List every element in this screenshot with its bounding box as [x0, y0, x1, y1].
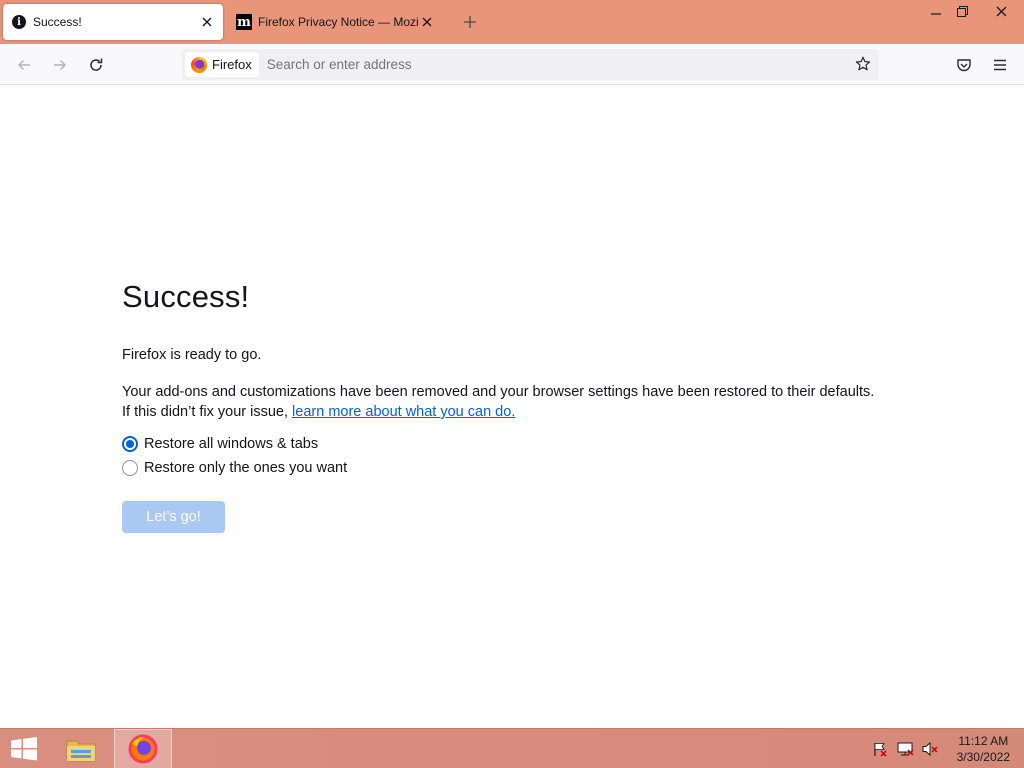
clock-date: 3/30/2022	[956, 750, 1010, 764]
windows-taskbar: 11:12 AM 3/30/2022	[0, 728, 1024, 768]
close-tab-icon[interactable]	[199, 14, 215, 30]
firefox-taskbar-icon[interactable]	[114, 729, 172, 768]
mozilla-m-icon: m	[236, 14, 252, 30]
restore-window-icon[interactable]	[946, 0, 978, 22]
radio-label: Restore only the ones you want	[144, 460, 348, 476]
info-icon: i	[11, 14, 27, 30]
bookmark-star-icon[interactable]	[853, 54, 873, 74]
page-content: Success! Firefox is ready to go. Your ad…	[0, 85, 1024, 728]
tab-title: Firefox Privacy Notice — Mozilla	[258, 15, 419, 29]
reload-icon[interactable]	[83, 52, 109, 78]
lets-go-button[interactable]: Let’s go!	[122, 501, 225, 533]
tab-title: Success!	[33, 15, 82, 29]
page-title: Success!	[122, 279, 250, 314]
navigation-toolbar: Firefox	[0, 44, 1024, 85]
close-tab-icon[interactable]	[419, 14, 435, 30]
pocket-icon[interactable]	[951, 52, 977, 78]
radio-restore-some[interactable]: Restore only the ones you want	[122, 460, 347, 476]
tab-privacy-notice[interactable]: m Firefox Privacy Notice — Mozilla	[228, 4, 443, 40]
radio-restore-all[interactable]: Restore all windows & tabs	[122, 436, 318, 452]
description-text: Your add-ons and customizations have bee…	[122, 382, 922, 422]
tab-strip: i Success! m Firefox Privacy Notice — Mo…	[0, 0, 1024, 44]
url-bar[interactable]: Firefox	[182, 49, 879, 80]
system-clock[interactable]: 11:12 AM 3/30/2022	[957, 733, 1010, 765]
address-input[interactable]	[266, 57, 879, 72]
hamburger-menu-icon[interactable]	[987, 52, 1013, 78]
back-arrow-icon[interactable]	[11, 52, 37, 78]
radio-button[interactable]	[122, 460, 138, 476]
fix-text: If this didn’t fix your issue,	[122, 404, 293, 420]
identity-box[interactable]: Firefox	[185, 52, 259, 77]
file-explorer-icon[interactable]	[57, 729, 105, 768]
removed-text: Your add-ons and customizations have bee…	[122, 384, 875, 400]
close-window-icon[interactable]	[978, 0, 1024, 22]
tab-success[interactable]: i Success!	[3, 4, 223, 40]
forward-arrow-icon[interactable]	[47, 52, 73, 78]
radio-label: Restore all windows & tabs	[144, 436, 319, 452]
ready-text: Firefox is ready to go.	[122, 347, 262, 363]
new-tab-plus-icon[interactable]	[460, 12, 480, 32]
radio-button-checked[interactable]	[122, 436, 138, 452]
network-icon[interactable]	[897, 729, 915, 768]
identity-label: Firefox	[212, 57, 252, 72]
action-center-flag-icon[interactable]	[872, 729, 888, 768]
windows-start-icon[interactable]	[0, 729, 48, 768]
clock-time: 11:12 AM	[958, 734, 1009, 748]
speaker-muted-icon[interactable]	[921, 729, 939, 768]
learn-more-link[interactable]: learn more about what you can do.	[292, 404, 515, 420]
firefox-logo-icon	[191, 56, 207, 73]
